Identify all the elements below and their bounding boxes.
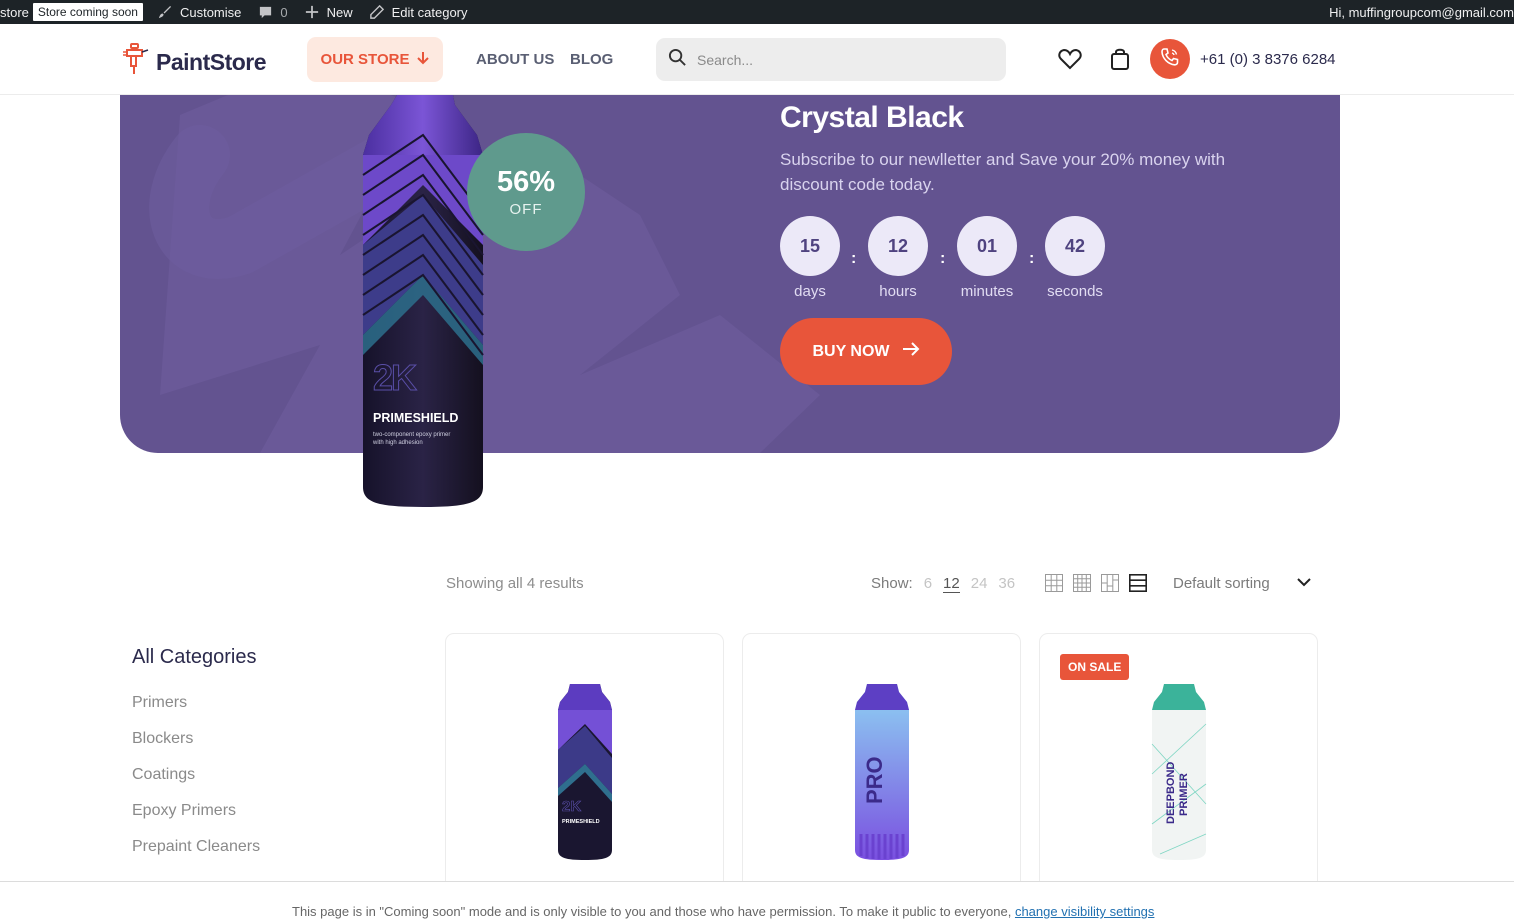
brush-icon <box>157 4 173 20</box>
wishlist-heart-icon[interactable] <box>1057 46 1083 72</box>
site-header: PaintStore OUR STORE ABOUT US BLOG +61 (… <box>0 24 1514 95</box>
admin-new-label[interactable]: New <box>327 5 353 20</box>
notice-text: This page is in "Coming soon" mode and i… <box>292 904 1154 919</box>
category-prepaint-cleaners[interactable]: Prepaint Cleaners <box>132 838 260 856</box>
admin-site-link[interactable]: store Store coming soon <box>0 0 149 24</box>
show-label: Show: <box>871 575 913 592</box>
phone-icon <box>1160 47 1180 72</box>
on-sale-badge: ON SALE <box>1060 654 1130 680</box>
nav-our-store-label[interactable]: OUR STORE <box>321 51 410 68</box>
admin-site-name[interactable]: store <box>0 5 29 20</box>
product-image[interactable]: PRO <box>853 684 911 865</box>
hero-subtitle: Subscribe to our newlletter and Save you… <box>780 150 1226 194</box>
countdown-separator: : <box>851 250 857 267</box>
product-image[interactable]: DEEPBOND PRIMER <box>1150 684 1208 865</box>
hero-product-bottle[interactable]: 2K PRIMESHIELD two-component epoxy prime… <box>357 95 489 511</box>
show-option-36[interactable]: 36 <box>998 575 1015 593</box>
bottle-desc-line-2: with high adhesion <box>373 440 423 446</box>
admin-customise[interactable]: Customise <box>149 0 249 24</box>
countdown-separator: : <box>940 250 946 267</box>
search-box[interactable] <box>656 38 1006 81</box>
admin-edit-category-label[interactable]: Edit category <box>392 5 468 20</box>
bottle-desc-line-1: two-component epoxy primer <box>373 432 451 438</box>
admin-greeting[interactable]: Hi, muffingroupcom@gmail.com <box>1329 5 1514 20</box>
comment-icon <box>257 4 273 20</box>
search-icon <box>668 48 687 72</box>
product-label-brand: 2K <box>562 798 582 816</box>
product-image[interactable]: 2K PRIMESHIELD <box>556 684 614 865</box>
phone-number[interactable]: +61 (0) 3 8376 6284 <box>1200 51 1336 68</box>
logo-text[interactable]: PaintStore <box>156 49 267 76</box>
list-view-icon[interactable] <box>1129 574 1147 592</box>
admin-comments-count[interactable]: 0 <box>280 5 287 20</box>
category-coatings[interactable]: Coatings <box>132 766 195 784</box>
admin-account[interactable]: Hi, muffingroupcom@gmail.com <box>1329 0 1514 24</box>
phone-button[interactable] <box>1150 39 1190 79</box>
countdown-minutes-label: minutes <box>960 283 1014 300</box>
arrow-down-icon <box>417 51 430 69</box>
product-label-primer: PRIMER <box>1178 773 1190 816</box>
logo[interactable]: PaintStore <box>122 42 267 83</box>
buy-now-label[interactable]: BUY NOW <box>812 343 889 361</box>
countdown-seconds: 42 seconds <box>1045 216 1105 300</box>
countdown-hours: 12 hours <box>868 216 928 300</box>
arrow-right-icon <box>902 342 920 361</box>
product-card[interactable]: 2K PRIMESHIELD <box>445 633 724 893</box>
bottle-brand-2k: 2K <box>372 357 417 399</box>
categories-title: All Categories <box>132 646 257 668</box>
countdown-seconds-value: 42 <box>1045 216 1105 276</box>
sorting-select[interactable]: Default sorting <box>1173 575 1270 592</box>
show-option-24[interactable]: 24 <box>971 575 988 593</box>
product-label-pro: PRO <box>862 756 887 804</box>
discount-badge: 56% OFF <box>467 133 585 251</box>
search-input[interactable] <box>697 51 987 68</box>
countdown-separator: : <box>1029 250 1035 267</box>
countdown-days-value: 15 <box>780 216 840 276</box>
admin-new[interactable]: New <box>296 0 361 24</box>
coming-soon-notice: This page is in "Coming soon" mode and i… <box>0 881 1514 919</box>
coming-soon-badge[interactable]: Store coming soon <box>32 3 143 21</box>
hero-title: Crystal Black <box>780 101 964 134</box>
category-primers[interactable]: Primers <box>132 694 187 712</box>
admin-edit-category[interactable]: Edit category <box>361 0 476 24</box>
plus-icon <box>304 4 320 20</box>
countdown-hours-label: hours <box>879 283 917 300</box>
category-blockers[interactable]: Blockers <box>132 730 193 748</box>
nav-blog[interactable]: BLOG <box>570 51 613 68</box>
discount-off-label: OFF <box>509 201 543 218</box>
nav-our-store[interactable]: OUR STORE <box>307 37 443 82</box>
category-epoxy-primers[interactable]: Epoxy Primers <box>132 802 236 820</box>
grid-4-view-icon[interactable] <box>1073 574 1091 592</box>
bottle-name: PRIMESHIELD <box>373 411 459 425</box>
notice-message: This page is in "Coming soon" mode and i… <box>292 904 1012 919</box>
show-option-12[interactable]: 12 <box>943 575 960 593</box>
countdown-days: 15 days <box>780 216 840 300</box>
nav-about-us[interactable]: ABOUT US <box>476 51 554 68</box>
buy-now-button[interactable]: BUY NOW <box>780 318 952 385</box>
countdown-minutes-value: 01 <box>957 216 1017 276</box>
results-count: Showing all 4 results <box>446 575 584 592</box>
grid-3-view-icon[interactable] <box>1045 574 1063 592</box>
pencil-icon <box>369 4 385 20</box>
countdown-hours-value: 12 <box>868 216 928 276</box>
show-per-page: Show: 6 12 24 36 <box>871 575 1015 593</box>
countdown-days-label: days <box>794 283 826 300</box>
countdown-minutes: 01 minutes <box>957 216 1017 300</box>
admin-bar: store Store coming soon Customise 0 New … <box>0 0 1514 24</box>
cart-bag-icon[interactable] <box>1107 46 1133 72</box>
admin-customise-label[interactable]: Customise <box>180 5 241 20</box>
product-label-name: PRIMESHIELD <box>562 819 600 825</box>
masonry-view-icon[interactable] <box>1101 574 1119 592</box>
admin-comments[interactable]: 0 <box>249 0 295 24</box>
show-option-6[interactable]: 6 <box>924 575 932 593</box>
product-label-deepbond: DEEPBOND <box>1165 761 1177 824</box>
product-card[interactable]: PRO <box>742 633 1021 893</box>
countdown-seconds-label: seconds <box>1047 283 1103 300</box>
discount-percent: 56% <box>496 166 556 198</box>
spray-gun-icon <box>122 42 150 83</box>
chevron-down-icon[interactable] <box>1296 574 1312 595</box>
product-card[interactable]: ON SALE DEEPBOND PRIMER <box>1039 633 1318 893</box>
visibility-settings-link[interactable]: change visibility settings <box>1015 904 1154 919</box>
